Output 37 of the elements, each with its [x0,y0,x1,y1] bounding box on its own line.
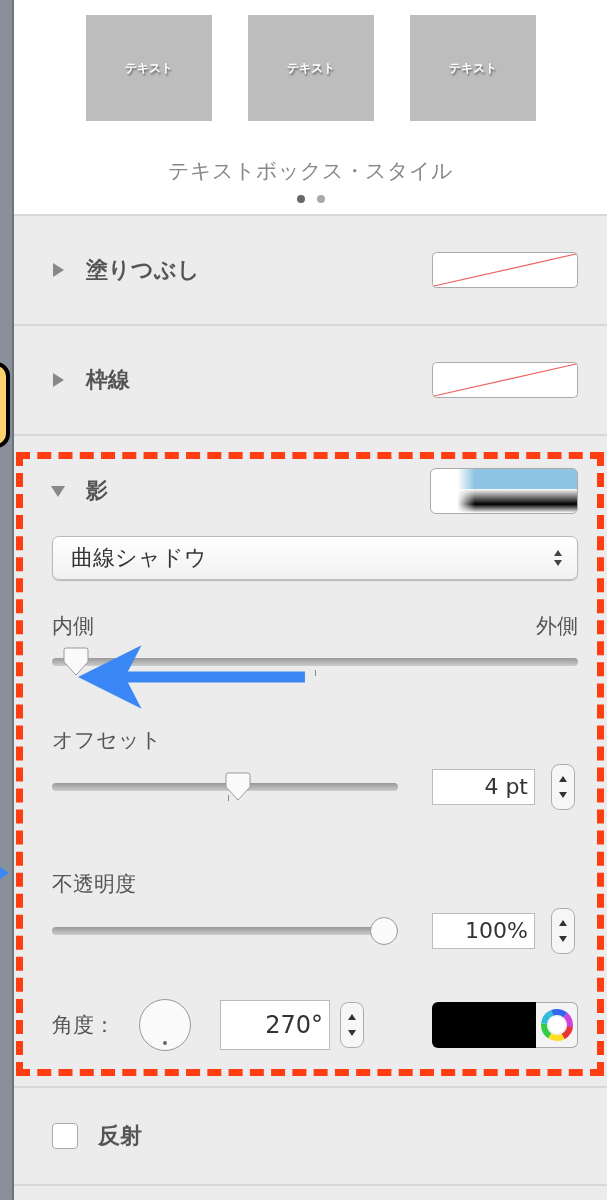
angle-label: 角度： [52,1012,116,1039]
color-well[interactable] [432,1002,536,1048]
slider-thumb[interactable] [61,647,90,677]
stepper[interactable] [551,764,575,810]
offset-field[interactable]: 4 pt [432,769,535,805]
disclosure-triangle-icon[interactable] [52,263,64,277]
no-fill-swatch[interactable] [432,252,578,288]
opacity-label: 不透明度 [52,871,137,898]
max-label: 外側 [536,613,578,640]
stepper[interactable] [340,1002,364,1048]
angle-knob[interactable] [138,998,192,1052]
shadow-type-popup[interactable]: 曲線シャドウ [52,536,578,580]
disclosure-triangle-icon[interactable] [51,485,65,497]
stepper[interactable] [551,908,575,954]
opacity-field[interactable]: 100% [432,913,535,949]
section-label: 塗りつぶし [86,256,201,284]
slider-thumb[interactable] [370,917,398,945]
disclosure-triangle-icon[interactable] [52,373,64,387]
updown-arrows-icon [553,549,563,567]
shadow-swatch[interactable] [430,468,578,514]
color-wheel-icon [540,1009,573,1041]
min-label: 内側 [52,613,94,640]
color-picker-button[interactable] [536,1002,578,1048]
arrow-tip [0,866,9,880]
page-dot[interactable] [296,195,305,203]
page-dot[interactable] [316,195,325,203]
checkbox[interactable] [52,1123,78,1149]
offset-label: オフセット [52,727,163,754]
tick-mark [315,670,316,676]
section-label: 影 [86,477,109,505]
tick-mark [228,795,230,801]
angle-field[interactable]: 270° [220,1000,330,1050]
presets-title: テキストボックス・スタイル [168,158,453,185]
slider-thumb[interactable] [223,772,252,802]
no-fill-swatch[interactable] [432,362,578,398]
section-label: 枠線 [86,366,131,394]
checkbox-label: 反射 [98,1122,143,1150]
